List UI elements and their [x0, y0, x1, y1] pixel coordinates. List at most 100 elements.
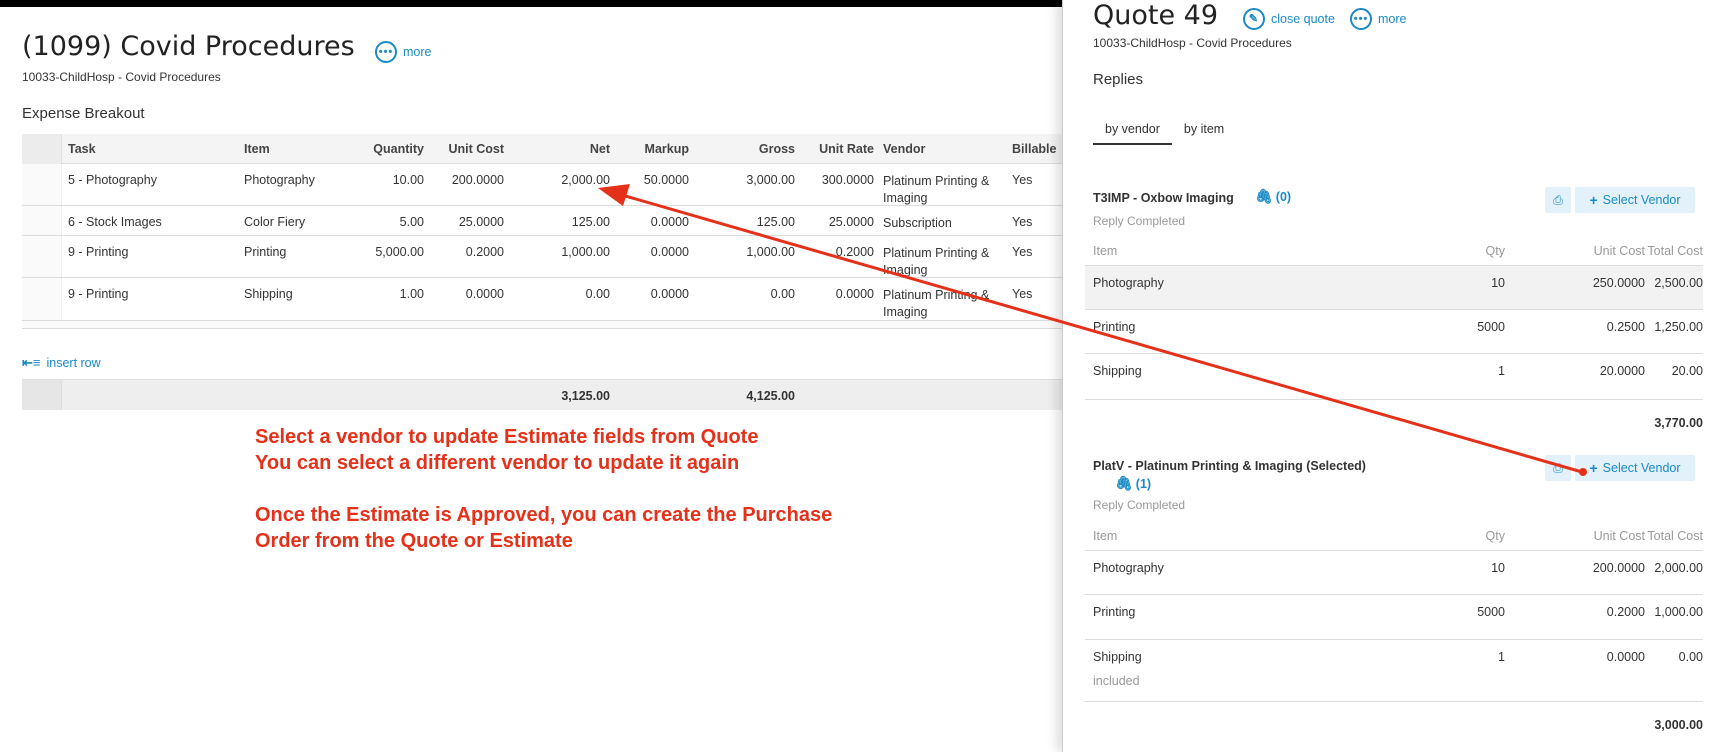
annotation-line-4: Order from the Quote or Estimate: [255, 530, 573, 552]
quote-more-label: more: [1378, 12, 1407, 26]
attachments-link[interactable]: 🖇 (1): [1115, 475, 1151, 492]
row-handle[interactable]: [22, 206, 62, 235]
cell-vendor: Platinum Printing & Imaging: [883, 246, 990, 277]
close-quote-button[interactable]: ✎ close quote: [1243, 8, 1335, 30]
vendor-total: 3,770.00: [1654, 416, 1703, 430]
print-button[interactable]: ⎙: [1545, 187, 1571, 213]
annotation-line-2: You can select a different vendor to upd…: [255, 452, 740, 474]
col-header-total-cost: Total Cost: [1647, 529, 1703, 543]
table-row: Photography 10 200.0000 2,000.00: [1085, 551, 1703, 595]
cell-gross: 0.00: [770, 287, 795, 301]
insert-row-icon: ⇤≡: [22, 355, 41, 370]
cell-item: Photography: [244, 173, 315, 187]
cell-task: 9 - Printing: [68, 287, 129, 301]
cell-item-note: included: [1093, 674, 1140, 688]
vendor-name: T3IMP - Oxbow Imaging: [1093, 191, 1234, 205]
cell-unit-cost: 20.0000: [1599, 364, 1645, 378]
table-row[interactable]: 9 - Printing Shipping 1.00 0.0000 0.00 0…: [22, 278, 1062, 321]
cell-qty: 5000: [1477, 320, 1505, 334]
insert-row-button[interactable]: ⇤≡ insert row: [22, 355, 101, 371]
print-button[interactable]: ⎙: [1545, 455, 1571, 481]
cell-unit-cost: 0.2500: [1606, 320, 1645, 334]
row-handle[interactable]: [22, 236, 62, 277]
cell-qty: 5000: [1477, 605, 1505, 619]
cell-billable: Yes: [1012, 215, 1033, 229]
table-row[interactable]: 5 - Photography Photography 10.00 200.00…: [22, 164, 1062, 206]
plus-icon: +: [1589, 460, 1598, 476]
annotation-line-3: Once the Estimate is Approved, you can c…: [255, 504, 833, 526]
cell-item: Photography: [1093, 561, 1164, 575]
cell-vendor: Subscription: [883, 216, 952, 230]
cell-unit-rate: 25.0000: [828, 215, 874, 229]
expense-table: Task Item Quantity Unit Cost Net Markup …: [22, 134, 1062, 329]
col-header-unit-cost[interactable]: Unit Cost: [422, 142, 504, 156]
cell-item: Shipping: [1093, 650, 1142, 664]
annotation-line-1: Select a vendor to update Estimate field…: [255, 426, 759, 448]
select-vendor-button[interactable]: + Select Vendor: [1575, 455, 1695, 481]
cell-markup: 0.0000: [650, 215, 689, 229]
cell-item: Photography: [1093, 276, 1164, 290]
cell-qty: 10: [1491, 276, 1505, 290]
tab-by-vendor[interactable]: by vendor: [1093, 118, 1172, 145]
cell-markup: 50.0000: [643, 173, 689, 187]
table-row[interactable]: 6 - Stock Images Color Fiery 5.00 25.000…: [22, 206, 1062, 236]
cell-qty: 1: [1498, 650, 1505, 664]
quote-more-button[interactable]: ••• more: [1350, 8, 1406, 30]
col-header-markup[interactable]: Markup: [610, 142, 689, 156]
cell-vendor: Platinum Printing & Imaging: [883, 174, 990, 205]
col-header-billable[interactable]: Billable: [1012, 142, 1056, 156]
cell-gross: 125.00: [756, 215, 795, 229]
close-quote-label: close quote: [1271, 12, 1335, 26]
plus-icon: +: [1589, 192, 1598, 208]
reply-status: Reply Completed: [1093, 498, 1186, 512]
col-header-net[interactable]: Net: [502, 142, 610, 156]
cell-unit-cost: 0.0000: [465, 287, 504, 301]
cell-net: 1,000.00: [561, 245, 610, 259]
select-vendor-button[interactable]: + Select Vendor: [1575, 187, 1695, 213]
cell-net: 0.00: [585, 287, 610, 301]
tab-by-item[interactable]: by item: [1172, 118, 1236, 145]
cell-unit-cost: 200.0000: [451, 173, 504, 187]
col-header-quantity[interactable]: Quantity: [322, 142, 424, 156]
paperclip-icon: 🖇: [1255, 188, 1273, 204]
table-row: Printing 5000 0.2000 1,000.00: [1085, 595, 1703, 640]
replies-tabs: by vendor by item: [1093, 118, 1236, 145]
table-row[interactable]: 9 - Printing Printing 5,000.00 0.2000 1,…: [22, 236, 1062, 278]
job-more-button[interactable]: ••• more: [375, 41, 431, 63]
cell-unit-rate: 0.0000: [835, 287, 874, 301]
col-header-unit-rate[interactable]: Unit Rate: [795, 142, 874, 156]
table-spacer-row: [22, 321, 1062, 329]
page-title: (1099) Covid Procedures: [22, 31, 355, 62]
replies-heading: Replies: [1093, 71, 1144, 88]
paperclip-icon: 🖇: [1115, 475, 1133, 491]
table-row: Shipping 1 20.0000 20.00: [1085, 354, 1703, 400]
cell-vendor: Platinum Printing & Imaging: [883, 288, 990, 319]
row-handle[interactable]: [22, 164, 62, 205]
row-handle[interactable]: [22, 278, 62, 320]
col-header-qty: Qty: [1485, 244, 1505, 258]
cell-markup: 0.0000: [650, 245, 689, 259]
cell-billable: Yes: [1012, 245, 1033, 259]
attachments-link[interactable]: 🖇 (0): [1255, 188, 1291, 205]
cell-item: Shipping: [244, 287, 293, 301]
total-net: 3,125.00: [561, 389, 610, 403]
estimate-panel: (1099) Covid Procedures ••• more 10033-C…: [0, 0, 1062, 752]
ellipsis-icon: •••: [375, 41, 397, 63]
vendor-total: 3,000.00: [1654, 718, 1703, 732]
col-header-gross[interactable]: Gross: [689, 142, 795, 156]
cell-total-cost: 1,250.00: [1654, 320, 1703, 334]
table-row: Printing 5000 0.2500 1,250.00: [1085, 310, 1703, 354]
close-quote-icon: ✎: [1243, 8, 1265, 30]
cell-item: Printing: [1093, 320, 1136, 334]
col-header-task[interactable]: Task: [68, 142, 96, 156]
col-header-item: Item: [1093, 244, 1118, 258]
cell-unit-cost: 0.2000: [465, 245, 504, 259]
cell-unit-rate: 300.0000: [821, 173, 874, 187]
section-title-expense: Expense Breakout: [22, 105, 145, 122]
cell-unit-cost: 25.0000: [458, 215, 504, 229]
cell-unit-cost: 250.0000: [1592, 276, 1645, 290]
expense-totals-row: 3,125.00 4,125.00: [22, 379, 1062, 410]
col-header-item[interactable]: Item: [244, 142, 270, 156]
cell-task: 6 - Stock Images: [68, 215, 162, 229]
col-header-vendor[interactable]: Vendor: [883, 142, 925, 156]
